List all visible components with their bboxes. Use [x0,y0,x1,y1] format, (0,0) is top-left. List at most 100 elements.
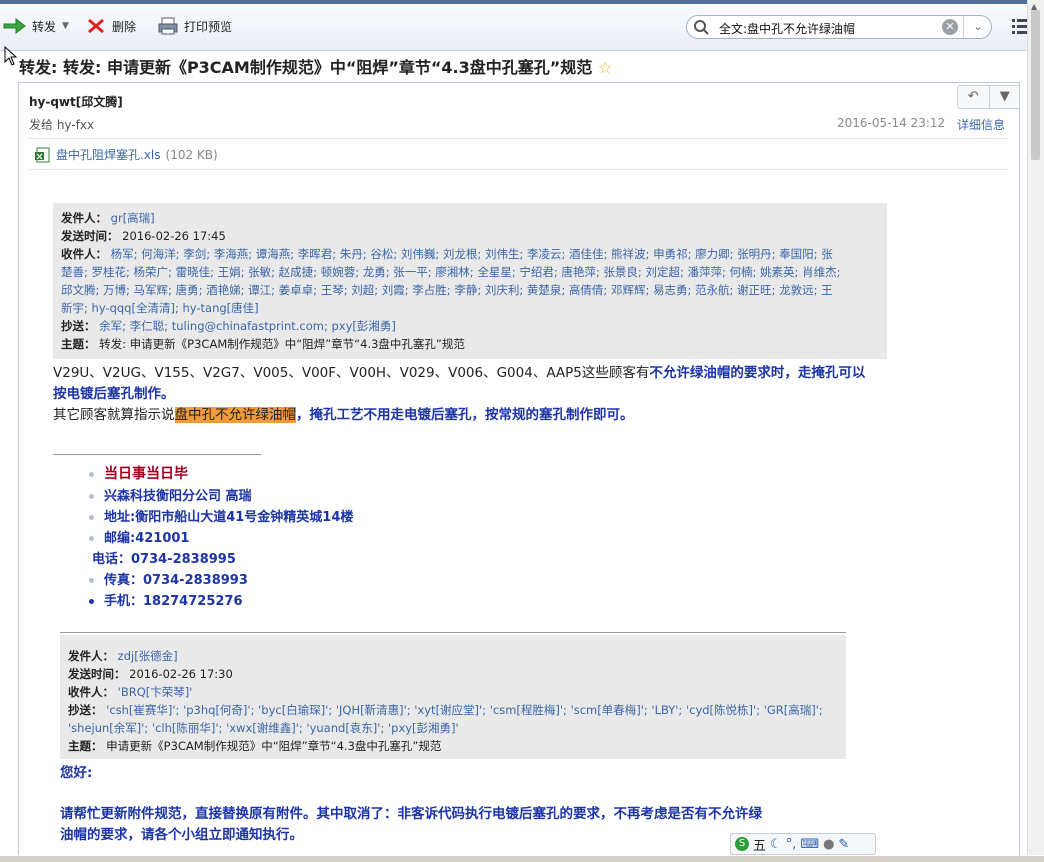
email-subject: 转发: 转发: 申请更新《P3CAM制作规范》中“阻焊”章节“4.3盘中孔塞孔”… [19,54,612,78]
search-input[interactable]: 全文:盘中孔不允许绿油帽 [719,20,855,37]
delete-label: 删除 [112,19,137,34]
quoted-subject-2: 申请更新《P3CAM制作规范》中“阻焊”章节“4.3盘中孔塞孔”规范 [106,739,442,753]
bullet-icon [89,515,94,520]
ime-mode[interactable]: 五 [753,835,766,854]
from-value-2[interactable]: zdj[张德金] [118,649,178,663]
chevron-down-icon[interactable]: ▼ [62,21,69,31]
subject-label: 主题： [61,337,96,351]
sent-label-2: 发送时间： [68,667,126,681]
sent-value: 2016-02-26 17:45 [122,229,226,243]
body2-line-2: 油帽的要求，请各个小组立即通知执行。 [60,827,303,843]
more-actions-chevron-icon[interactable]: ▼ [988,86,1020,108]
toolbar: 转发 ▼ 删除 打印预览 全文:盘中孔不允许绿油帽 ✕ ⌄ [0,0,1044,51]
quoted-header-1: 发件人： gr[高瑞] 发送时间： 2016-02-26 17:45 收件人： … [53,203,887,359]
greeting: 您好: [60,765,93,781]
bullet-icon [89,471,94,477]
search-icon [694,20,709,35]
search-options-chevron-icon[interactable]: ⌄ [963,16,992,38]
clear-search-icon[interactable]: ✕ [942,19,958,35]
cc-names: 余军; 李仁聪; [99,319,172,333]
bullet-icon [89,578,94,583]
print-preview-button[interactable]: 打印预览 [158,15,232,37]
window-top-bar [0,0,1044,4]
body-line-3: 其它顾客就算指示说盘中孔不允许绿油帽，掩孔工艺不用走电镀后塞孔，按常规的塞孔制作… [53,405,634,426]
mouse-cursor-icon [4,46,18,66]
message-pane: ↶ ▼ hy-qwt[邱文腾] 发给 hy-fxx 2016-05-14 23:… [18,82,1020,862]
body-line-1: V29U、V2UG、V155、V2G7、V005、V00F、V00H、V029、… [53,363,865,384]
signature-mobile: 手机：18274725276 [89,590,243,609]
bullet-icon [89,599,94,604]
sent-value-2: 2016-02-26 17:30 [129,667,233,681]
search-box[interactable]: 全文:盘中孔不允许绿油帽 ✕ ⌄ [686,15,992,39]
star-icon[interactable]: ☆ [598,58,612,77]
to-line-3: 邱文腾; 万博; 马军辉; 唐勇; 酒艳娣; 谭江; 姜卓卓; 王琴; 刘超; … [61,283,833,297]
forward-arrow-icon [3,17,26,35]
signature-motto: 当日事当日毕 [89,463,188,483]
email-datetime: 2016-05-14 23:12 [837,116,946,130]
vertical-scrollbar[interactable]: ▲ [1027,0,1044,861]
quote-divider [60,632,846,633]
subject-label-2: 主题： [68,739,103,753]
to-line-2: 楚善; 罗桂花; 杨荣广; 雷晓佳; 王娟; 张敏; 赵成捷; 顿婉蓉; 龙勇;… [61,265,841,279]
attachment-name[interactable]: 盘中孔阻焊塞孔.xls [56,146,161,163]
cc-label: 抄送： [61,319,96,333]
signature-address-text: 地址:衡阳市船山大道41号金钟精英城14楼 [104,510,354,525]
cc-label-2: 抄送： [68,703,103,717]
from-label: 发件人： [61,211,107,225]
forward-label: 转发 [32,19,57,34]
signature-company-text: 兴森科技衡阳分公司 高瑞 [104,489,252,504]
from-value[interactable]: gr[高瑞] [111,211,155,225]
cc-line-2-2[interactable]: 'shejun[余军]'; 'clh[陈丽华]'; 'xwx[谢维鑫]'; 'y… [68,721,459,735]
bullet-icon [89,494,94,499]
signature-motto-text: 当日事当日毕 [104,466,188,482]
cc-line-1-2[interactable]: 'csh[崔赛华]'; 'p3hq[何奇]'; 'byc[白瑜琛]'; 'JQH… [106,703,823,717]
delete-button[interactable]: 删除 [86,15,136,37]
quoted-header-2: 发件人： zdj[张德金] 发送时间： 2016-02-26 17:30 收件人… [60,635,846,759]
signature-postcode-text: 邮编:421001 [104,531,190,546]
delete-x-icon [88,18,104,34]
body-line-3-plain: 其它顾客就算指示说 [53,407,175,423]
ime-toolbar[interactable]: S 五 ☾ °, ⌨ ● ✎ [730,833,876,855]
email-subject-text: 转发: 转发: 申请更新《P3CAM制作规范》中“阻焊”章节“4.3盘中孔塞孔”… [19,58,593,77]
sent-label: 发送时间： [61,229,119,243]
signature-fax-text: 传真：0734-2838993 [104,573,248,588]
reply-icon[interactable]: ↶ [958,86,989,108]
print-preview-label: 打印预览 [184,19,233,34]
moon-icon[interactable]: ☾ [770,837,782,852]
quoted-subject: 转发: 申请更新《P3CAM制作规范》中“阻焊”章节“4.3盘中孔塞孔”规范 [99,337,465,351]
from-label-2: 发件人： [68,649,114,663]
forward-button[interactable]: 转发 ▼ [2,15,69,37]
body-line-1-plain: V29U、V2UG、V155、V2G7、V005、V00F、V00H、V029、… [53,365,650,381]
signature-divider [53,454,261,455]
wrench-icon[interactable]: ✎ [838,837,849,852]
signature-mobile-text: 手机：18274725276 [104,594,243,609]
signature-postcode: 邮编:421001 [89,527,189,546]
to-line-1: 杨军; 何海洋; 李剑; 李海燕; 谭海燕; 李晖君; 朱丹; 谷松; 刘伟巍;… [110,247,833,261]
sogou-logo-icon: S [735,837,749,851]
sender-name: hy-qwt[邱文腾] [29,95,123,109]
details-link[interactable]: 详细信息 [957,116,1005,133]
body2-line-1: 请帮忙更新附件规范，直接替换原有附件。其中取消了：非客诉代码执行电镀后塞孔的要求… [60,806,762,822]
attachment[interactable]: 盘中孔阻焊塞孔.xls (102 KB) [35,146,218,163]
bullet-icon [89,536,94,541]
to-line-4-links[interactable]: hy-qqq[全清清]; hy-tang[唐佳] [92,301,259,315]
body-line-2: 按电镀后塞孔制作。 [53,386,175,402]
reply-actions: ↶ ▼ [957,85,1020,109]
body-line-1-bold: 不允许绿油帽的要求时，走掩孔可以 [649,365,866,381]
attachment-size: (102 KB) [165,147,218,162]
to-value-2[interactable]: 'BRQ[卞荣琴]' [118,685,193,699]
recipient-line: 发给 hy-fxx [29,118,95,132]
keyboard-icon[interactable]: ⌨ [800,837,819,852]
attachment-divider [29,169,1009,170]
to-label-2: 收件人： [68,685,114,699]
signature-phone: 电话：0734-2838995 [92,552,236,567]
punctuation-icon[interactable]: °, [786,837,797,852]
user-icon[interactable]: ● [823,837,834,852]
body-line-3-bold: ，掩孔工艺不用走电镀后塞孔，按常规的塞孔制作即可。 [296,407,634,423]
header-divider [29,138,1009,139]
scrollbar-thumb[interactable] [1031,10,1040,160]
signature-address: 地址:衡阳市船山大道41号金钟精英城14楼 [89,506,353,525]
excel-file-icon [35,147,50,162]
cc-links[interactable]: tuling@chinafastprint.com; pxy[彭湘勇] [172,319,396,333]
to-label: 收件人： [61,247,107,261]
